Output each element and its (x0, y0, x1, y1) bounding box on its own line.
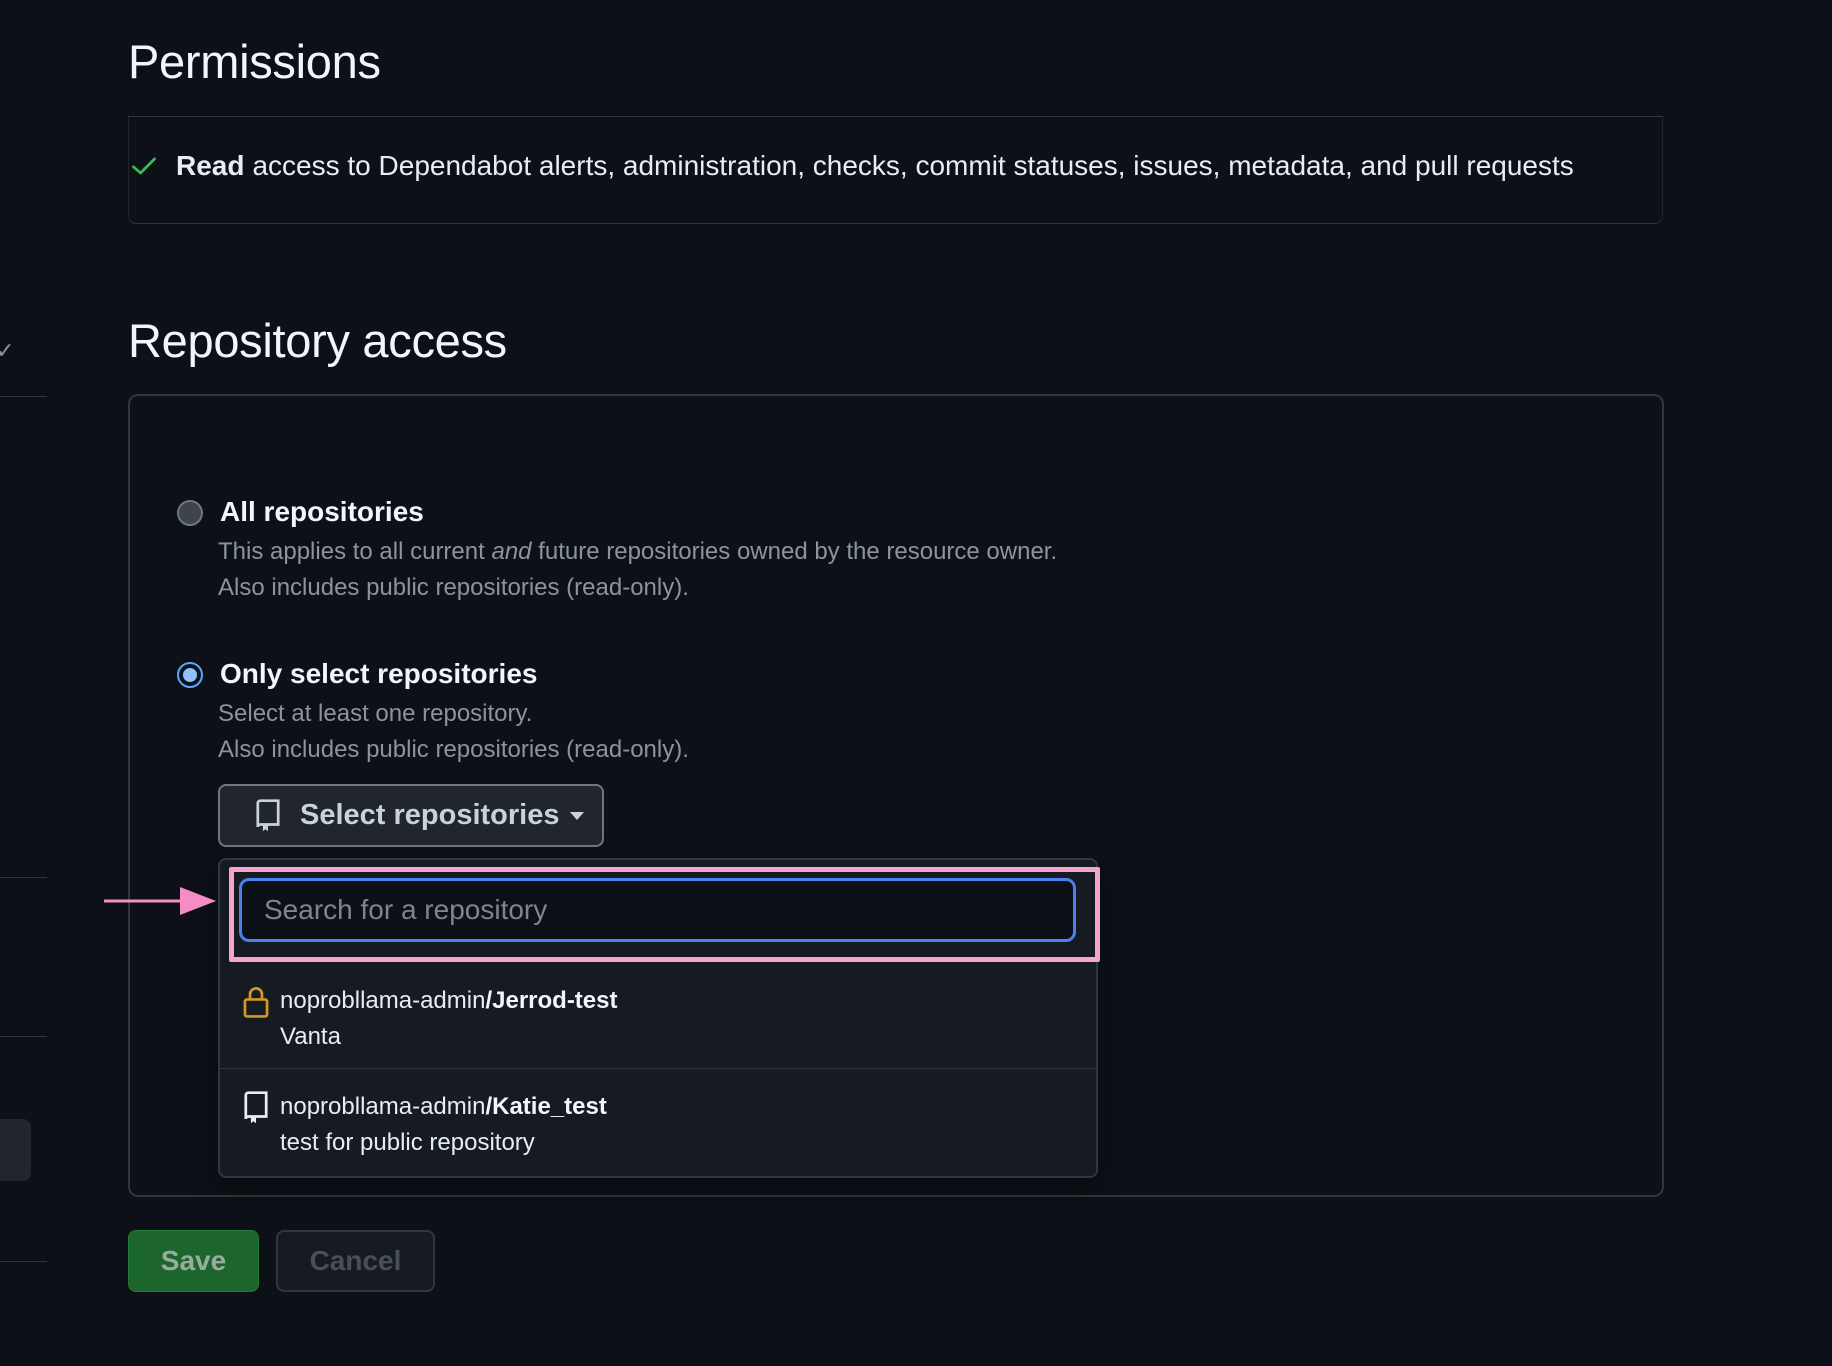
permission-item: Read access to Dependabot alerts, admini… (128, 150, 1574, 182)
repository-name: noprobllama-admin/Jerrod-test (280, 987, 618, 1015)
select-repositories-label: Select repositories (300, 799, 560, 831)
repository-owner: noprobllama-admin (280, 987, 486, 1014)
desc-text: Select at least one repository. (218, 700, 533, 727)
sidebar-check-icon: ✓ (0, 338, 15, 363)
lock-icon (243, 987, 269, 1018)
repo-icon (256, 798, 280, 831)
sidebar-divider (0, 396, 47, 397)
desc-emphasis: and (491, 538, 532, 565)
repository-item[interactable]: noprobllama-admin/Katie_test test for pu… (220, 1071, 1096, 1176)
permission-text: access to Dependabot alerts, administrat… (252, 150, 1574, 181)
annotation-arrow-icon (104, 887, 216, 915)
desc-text: future repositories owned by the resourc… (531, 538, 1058, 565)
desc-text: Also includes public repositories (read-… (218, 736, 689, 763)
sidebar-divider (0, 1036, 47, 1037)
radio-only-select-repositories[interactable] (177, 662, 203, 688)
option-label-only-select-repositories[interactable]: Only select repositories (220, 658, 537, 690)
repository-description: Vanta (280, 1023, 341, 1050)
sidebar-divider (0, 1261, 47, 1262)
repository-title: /Katie_test (485, 1093, 607, 1120)
desc-text: This applies to all current (218, 538, 492, 565)
repository-name: noprobllama-admin/Katie_test (280, 1093, 607, 1121)
save-button[interactable]: Save (128, 1230, 259, 1292)
repo-icon (244, 1091, 268, 1124)
select-repositories-button[interactable]: Select repositories (218, 784, 604, 847)
option-label-all-repositories[interactable]: All repositories (220, 496, 424, 528)
option-description-only-select: Select at least one repository. Also inc… (218, 696, 689, 768)
repository-item[interactable]: noprobllama-admin/Jerrod-test Vanta (220, 965, 1096, 1070)
sidebar-divider (0, 877, 47, 878)
sidebar-active-item[interactable] (0, 1119, 31, 1181)
repository-access-heading: Repository access (128, 314, 507, 367)
permission-level: Read (176, 150, 245, 181)
repository-title: /Jerrod-test (485, 987, 618, 1014)
caret-down-icon (569, 811, 584, 820)
repository-owner: noprobllama-admin (280, 1093, 486, 1120)
option-description-all-repositories: This applies to all current and future r… (218, 534, 1057, 606)
cancel-button[interactable]: Cancel (276, 1230, 435, 1292)
repository-search-input[interactable] (239, 878, 1076, 942)
list-divider (220, 1068, 1096, 1069)
check-icon (132, 157, 156, 175)
repository-description: test for public repository (280, 1129, 535, 1156)
desc-text: Also includes public repositories (read-… (218, 574, 689, 601)
permissions-heading: Permissions (128, 35, 381, 88)
radio-all-repositories[interactable] (177, 500, 203, 526)
